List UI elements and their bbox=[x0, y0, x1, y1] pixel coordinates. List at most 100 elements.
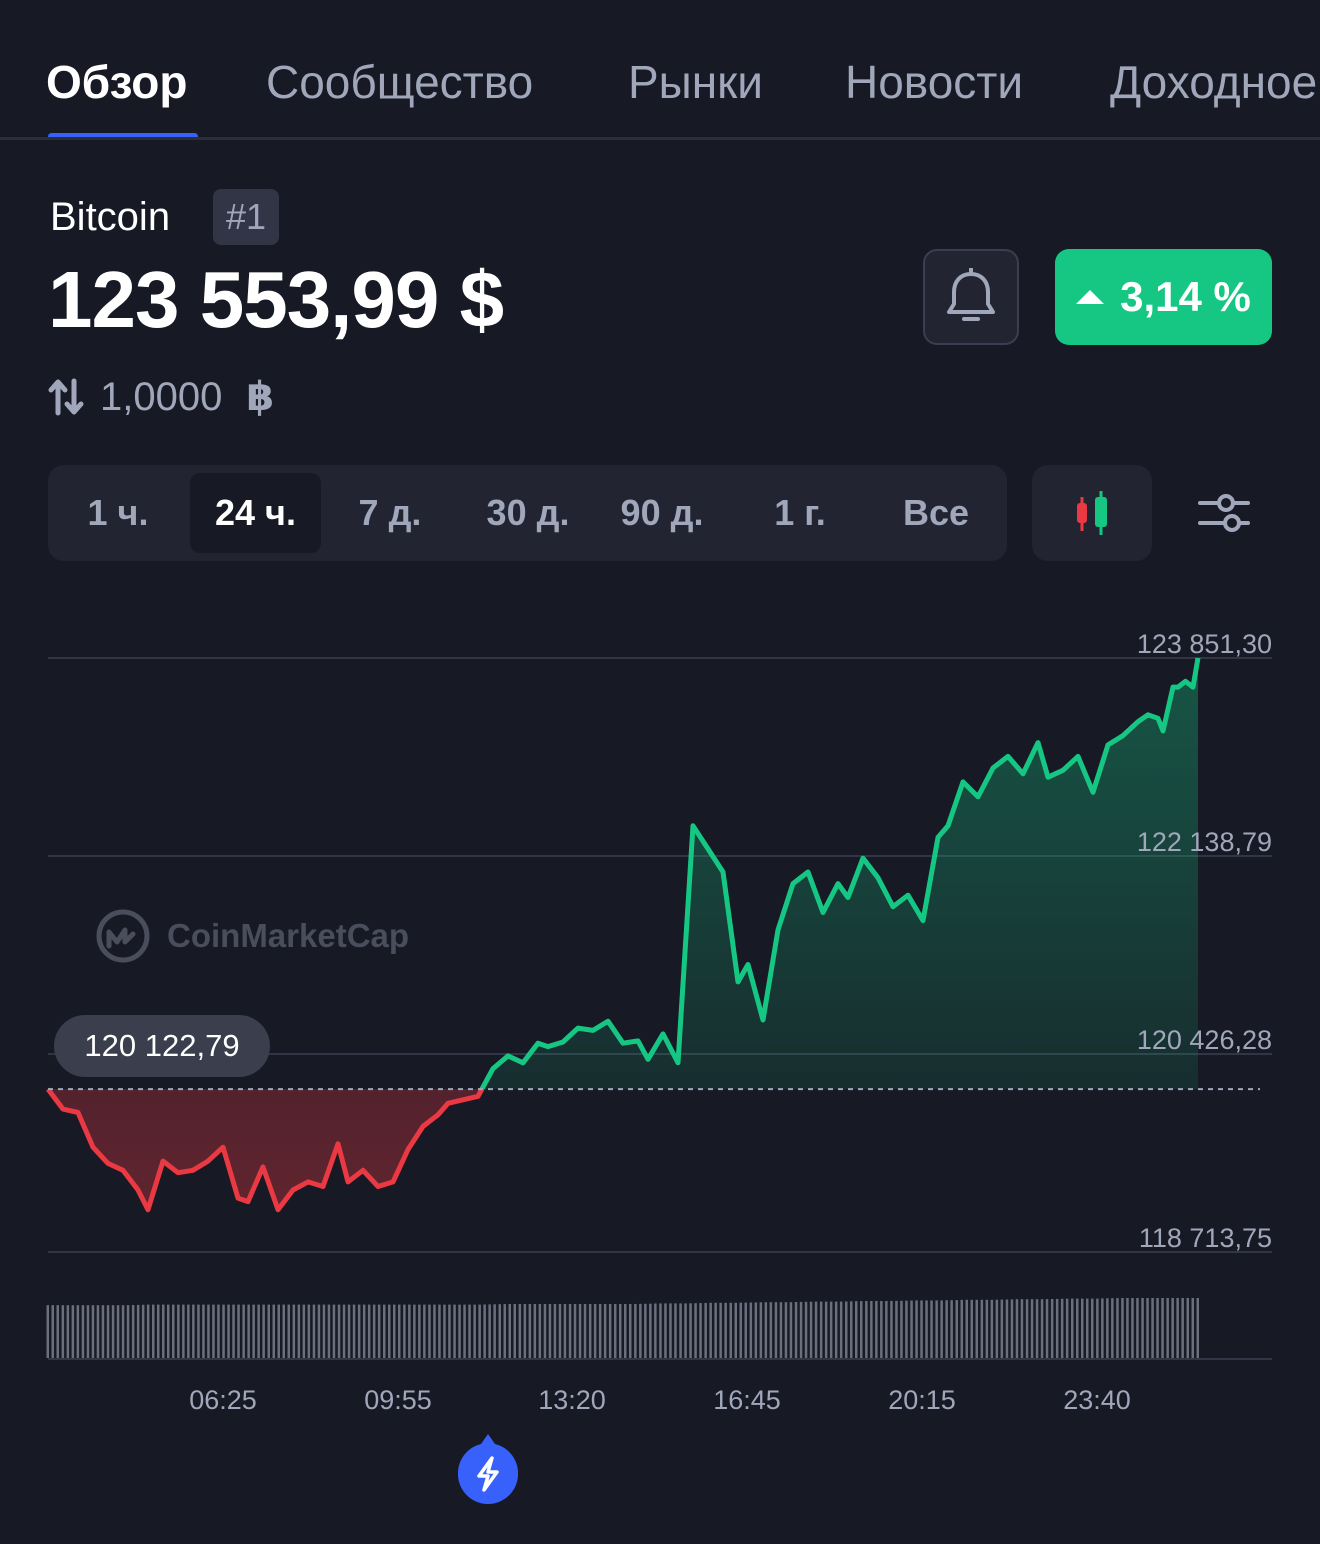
volume-bar bbox=[950, 1300, 953, 1358]
volume-bar bbox=[493, 1304, 496, 1358]
volume-bar bbox=[317, 1304, 321, 1358]
volume-bar bbox=[1161, 1298, 1164, 1358]
watermark: CoinMarketCap bbox=[95, 908, 409, 964]
coinmarketcap-logo-icon bbox=[96, 909, 150, 963]
candlestick-icon bbox=[1077, 491, 1107, 535]
tab-community[interactable]: Сообщество bbox=[266, 52, 533, 112]
range-90d[interactable]: 90 д. bbox=[606, 473, 718, 553]
volume-bar bbox=[1050, 1299, 1054, 1358]
volume-bar bbox=[202, 1304, 205, 1358]
y-tick-label: 120 426,28 bbox=[1136, 1025, 1272, 1055]
volume-bar bbox=[111, 1305, 115, 1358]
range-1h[interactable]: 1 ч. bbox=[66, 473, 170, 553]
volume-bar bbox=[222, 1304, 225, 1358]
y-tick-label: 118 713,75 bbox=[1138, 1223, 1272, 1253]
x-tick-label: 20:15 bbox=[888, 1385, 956, 1415]
tab-news[interactable]: Новости bbox=[845, 52, 1023, 112]
volume-bar bbox=[297, 1304, 301, 1358]
volume-bar bbox=[1086, 1298, 1089, 1358]
volume-bar bbox=[287, 1304, 290, 1358]
volume-bar bbox=[232, 1304, 235, 1358]
volume-bar bbox=[1081, 1298, 1084, 1358]
volume-bar bbox=[784, 1302, 788, 1358]
range-24h[interactable]: 24 ч. bbox=[190, 473, 321, 553]
volume-bar bbox=[207, 1304, 210, 1358]
volume-bar bbox=[734, 1302, 737, 1358]
y-tick-label: 122 138,79 bbox=[1136, 827, 1272, 857]
volume-bar bbox=[654, 1303, 657, 1358]
lightning-icon bbox=[458, 1434, 518, 1504]
volume-bar bbox=[749, 1302, 753, 1358]
sliders-icon bbox=[1198, 494, 1250, 532]
volume-bar bbox=[1181, 1298, 1184, 1358]
volume-bar bbox=[1040, 1299, 1044, 1358]
volume-bar bbox=[679, 1303, 682, 1358]
volume-bar bbox=[141, 1304, 145, 1358]
volume-bar bbox=[352, 1304, 356, 1358]
volume-bar bbox=[393, 1304, 396, 1358]
volume-bar bbox=[694, 1303, 697, 1358]
volume-bar bbox=[568, 1304, 572, 1358]
volume-bar bbox=[809, 1301, 813, 1358]
volume-bar bbox=[458, 1304, 461, 1358]
volume-bar bbox=[76, 1305, 80, 1358]
bell-icon bbox=[947, 268, 995, 321]
btc-symbol: ฿ bbox=[246, 375, 275, 419]
volume-bar bbox=[383, 1304, 386, 1358]
tab-markets[interactable]: Рынки bbox=[628, 52, 763, 112]
volume-bar bbox=[614, 1304, 617, 1358]
volume-bar bbox=[930, 1300, 933, 1358]
volume-bar bbox=[880, 1301, 883, 1358]
volume-bar bbox=[860, 1301, 863, 1358]
volume-bar bbox=[799, 1301, 803, 1358]
range-30d[interactable]: 30 д. bbox=[472, 473, 584, 553]
volume-bar bbox=[603, 1304, 607, 1358]
volume-bar bbox=[543, 1304, 547, 1358]
volume-bar bbox=[262, 1304, 265, 1358]
volume-bar bbox=[709, 1302, 712, 1358]
volume-bar bbox=[1045, 1299, 1049, 1358]
volume-bar bbox=[71, 1305, 75, 1358]
volume-bar bbox=[553, 1304, 557, 1358]
range-all[interactable]: Все bbox=[878, 473, 994, 553]
volume-bar bbox=[855, 1301, 858, 1358]
volume-bar bbox=[1091, 1298, 1094, 1358]
conversion-row[interactable]: 1,0000 ฿ bbox=[48, 372, 274, 422]
volume-bar bbox=[131, 1305, 135, 1358]
volume-bar bbox=[528, 1304, 532, 1358]
coin-price: 123 553,99 $ bbox=[48, 255, 504, 344]
price-alert-button[interactable] bbox=[923, 249, 1019, 345]
volume-bar bbox=[719, 1302, 722, 1358]
volume-bar bbox=[1196, 1298, 1199, 1358]
volume-bar bbox=[388, 1304, 391, 1358]
tab-yield[interactable]: Доходное bbox=[1110, 52, 1317, 112]
volume-bar bbox=[995, 1299, 999, 1358]
volume-bar bbox=[448, 1304, 451, 1358]
volume-bar bbox=[136, 1304, 140, 1358]
volume-bar bbox=[337, 1304, 341, 1358]
volume-bar bbox=[729, 1302, 732, 1358]
volume-bar bbox=[473, 1304, 476, 1358]
volume-bar bbox=[227, 1304, 230, 1358]
swap-arrows-icon bbox=[48, 378, 84, 416]
volume-bar bbox=[789, 1302, 793, 1358]
volume-bar bbox=[46, 1305, 49, 1358]
active-tab-indicator bbox=[48, 133, 198, 137]
volume-bar bbox=[408, 1304, 411, 1358]
volume-bar bbox=[413, 1304, 416, 1358]
range-1y[interactable]: 1 г. bbox=[748, 473, 852, 553]
volume-bar bbox=[714, 1302, 717, 1358]
volume-bar bbox=[644, 1303, 647, 1358]
tab-overview[interactable]: Обзор bbox=[46, 52, 188, 112]
quick-action-button[interactable] bbox=[457, 1432, 519, 1508]
volume-bar bbox=[101, 1305, 105, 1358]
volume-bar bbox=[508, 1304, 511, 1358]
volume-bar bbox=[372, 1304, 376, 1358]
range-7d[interactable]: 7 д. bbox=[338, 473, 442, 553]
volume-bar bbox=[689, 1303, 692, 1358]
volume-bar bbox=[563, 1304, 567, 1358]
x-tick-label: 06:25 bbox=[189, 1385, 257, 1415]
chart-settings-button[interactable] bbox=[1182, 478, 1266, 548]
volume-bar bbox=[86, 1305, 90, 1358]
chart-type-button[interactable] bbox=[1032, 465, 1152, 561]
